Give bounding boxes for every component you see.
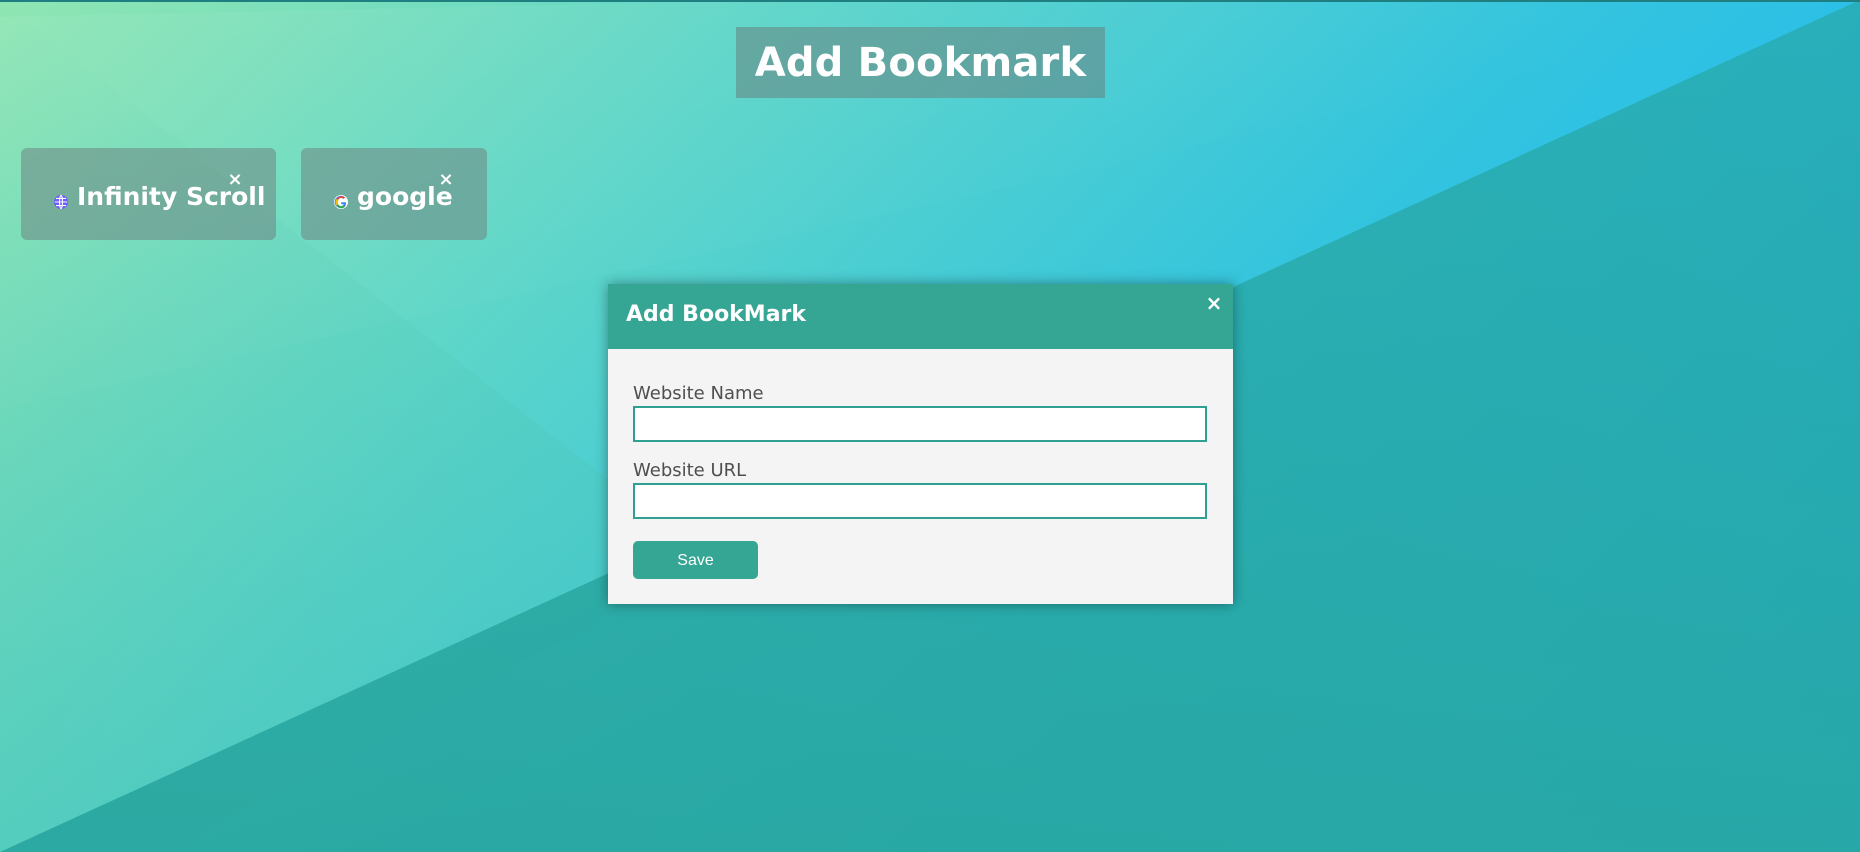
globe-icon [53,189,69,209]
modal-header: Add BookMark × [608,284,1233,349]
bookmark-card-infinity-scroll[interactable]: Infinity Scroll × [21,148,276,240]
close-icon[interactable]: × [1205,293,1223,313]
bookmark-link-google[interactable]: google [333,184,453,209]
save-button[interactable]: Save [633,541,758,579]
top-border-line [0,0,1860,2]
website-url-input[interactable] [633,483,1207,519]
google-icon [333,189,349,209]
modal-title: Add BookMark [626,302,807,327]
website-name-input[interactable] [633,406,1207,442]
bookmark-card-google[interactable]: google × [301,148,487,240]
website-url-label: Website URL [633,460,747,481]
close-icon[interactable]: × [227,171,243,189]
add-bookmark-button[interactable]: Add Bookmark [736,27,1105,98]
add-bookmark-modal: Add BookMark × Website Name Website URL … [608,284,1233,604]
website-name-label: Website Name [633,383,764,404]
close-icon[interactable]: × [438,171,454,189]
